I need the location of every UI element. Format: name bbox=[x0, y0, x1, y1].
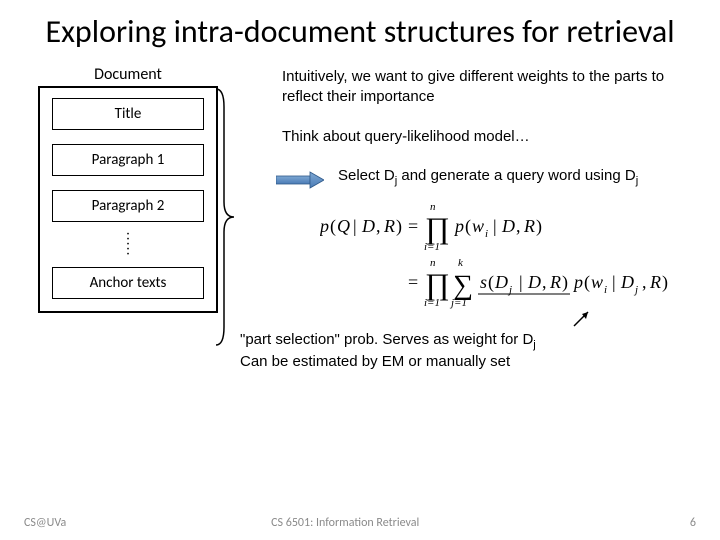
svg-text:s: s bbox=[480, 272, 487, 292]
svg-text:Q: Q bbox=[337, 216, 350, 236]
svg-text:w: w bbox=[591, 272, 603, 292]
svg-text:|: | bbox=[519, 272, 523, 292]
svg-text:(: ( bbox=[584, 272, 590, 293]
svg-text:p: p bbox=[453, 216, 464, 236]
svg-text:(: ( bbox=[488, 272, 494, 293]
formula-line1: p ( Q | D , R ) = ∏ n i=1 p ( w i | D , … bbox=[320, 198, 650, 254]
document-outer-box: Title Paragraph 1 Paragraph 2 ····· Anch… bbox=[38, 86, 218, 313]
svg-text:=: = bbox=[408, 272, 418, 292]
document-label: Document bbox=[18, 65, 238, 84]
caption-text: "part selection" prob. Serves as weight … bbox=[0, 328, 720, 372]
footer: CS@UVa CS 6501: Information Retrieval 6 bbox=[0, 516, 720, 530]
text-query-likelihood: Think about query-likelihood model… bbox=[282, 127, 702, 147]
explanation-column: Intuitively, we want to give different w… bbox=[238, 65, 702, 328]
footer-left: CS@UVa bbox=[24, 516, 66, 530]
svg-text:j=1: j=1 bbox=[449, 297, 467, 309]
content-area: Document Title Paragraph 1 Paragraph 2 ·… bbox=[0, 57, 720, 328]
svg-text:k: k bbox=[458, 257, 464, 269]
svg-text:): ) bbox=[562, 272, 568, 293]
svg-text:|: | bbox=[612, 272, 616, 292]
callout-arrow-icon bbox=[570, 310, 600, 328]
document-diagram: Document Title Paragraph 1 Paragraph 2 ·… bbox=[18, 65, 238, 328]
svg-text:i=1: i=1 bbox=[424, 241, 440, 253]
svg-text:D: D bbox=[494, 272, 508, 292]
svg-text:D: D bbox=[501, 216, 515, 236]
svg-text:i: i bbox=[604, 284, 607, 296]
footer-page-number: 6 bbox=[690, 516, 696, 530]
svg-text:,: , bbox=[376, 216, 381, 236]
svg-text:,: , bbox=[516, 216, 521, 236]
text-weights: Intuitively, we want to give different w… bbox=[282, 67, 702, 108]
svg-text:(: ( bbox=[465, 216, 471, 237]
svg-text:n: n bbox=[430, 257, 436, 269]
doc-part-anchor: Anchor texts bbox=[52, 267, 204, 299]
formula-line2: = ∏ n i=1 ∑ k j=1 s ( D j | D , R ) p ( … bbox=[320, 254, 700, 314]
svg-text:D: D bbox=[620, 272, 634, 292]
svg-text:|: | bbox=[353, 216, 357, 236]
svg-text:R: R bbox=[383, 216, 395, 236]
arrow-icon bbox=[276, 170, 324, 190]
svg-text:): ) bbox=[396, 216, 402, 237]
ellipsis-icon: ····· bbox=[52, 232, 204, 257]
svg-text:p: p bbox=[572, 272, 583, 292]
svg-text:,: , bbox=[642, 272, 647, 292]
brace-icon bbox=[214, 87, 236, 347]
svg-text:w: w bbox=[472, 216, 484, 236]
svg-text:=: = bbox=[408, 216, 418, 236]
svg-text:): ) bbox=[536, 216, 542, 237]
svg-text:i: i bbox=[485, 228, 488, 240]
svg-text:R: R bbox=[523, 216, 535, 236]
svg-text:|: | bbox=[493, 216, 497, 236]
svg-text:D: D bbox=[361, 216, 375, 236]
footer-center: CS 6501: Information Retrieval bbox=[271, 516, 419, 530]
svg-text:): ) bbox=[662, 272, 668, 293]
doc-part-title: Title bbox=[52, 98, 204, 130]
doc-part-paragraph1: Paragraph 1 bbox=[52, 144, 204, 176]
text-select-dj: Select Dj and generate a query word usin… bbox=[338, 166, 638, 189]
svg-text:(: ( bbox=[330, 216, 336, 237]
formula-block: p ( Q | D , R ) = ∏ n i=1 p ( w i | D , … bbox=[320, 198, 702, 328]
svg-text:,: , bbox=[542, 272, 547, 292]
svg-text:n: n bbox=[430, 201, 436, 213]
svg-text:R: R bbox=[549, 272, 561, 292]
slide-title: Exploring intra-document structures for … bbox=[0, 0, 720, 57]
svg-text:R: R bbox=[649, 272, 661, 292]
svg-text:D: D bbox=[527, 272, 541, 292]
svg-text:p: p bbox=[320, 216, 329, 236]
svg-text:i=1: i=1 bbox=[424, 297, 440, 309]
doc-part-paragraph2: Paragraph 2 bbox=[52, 190, 204, 222]
